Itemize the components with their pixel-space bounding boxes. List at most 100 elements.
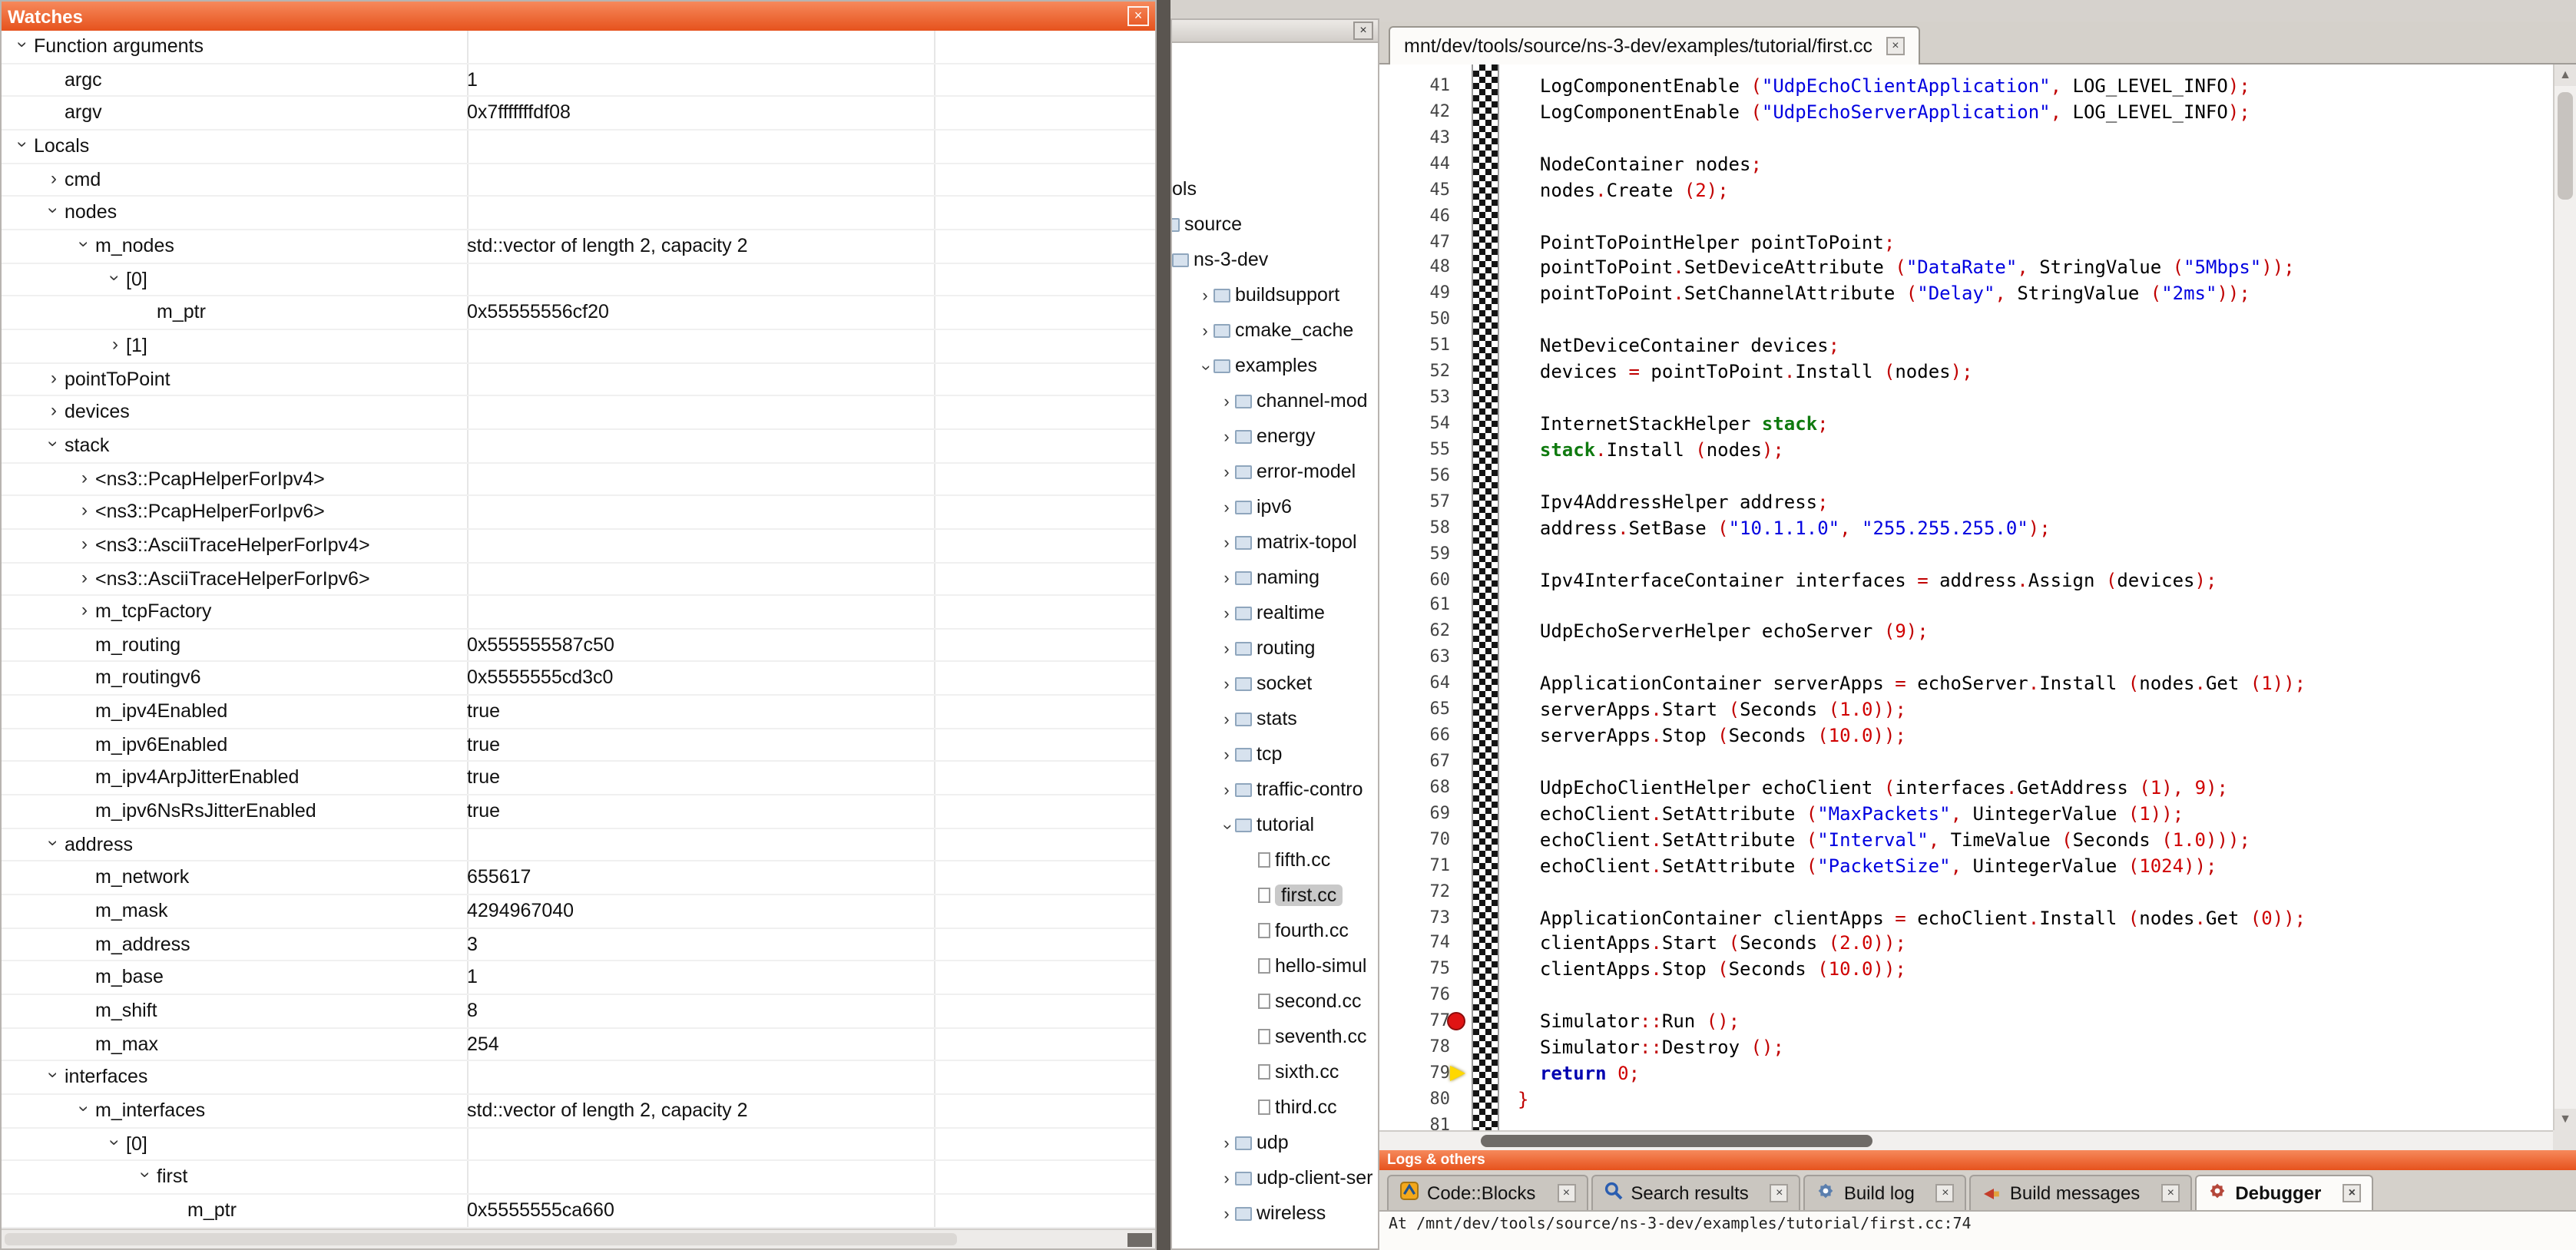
close-icon[interactable]: ×	[1886, 37, 1905, 55]
line-number[interactable]: 64	[1379, 671, 1450, 697]
line-number[interactable]: 41	[1379, 74, 1450, 100]
close-icon[interactable]: ×	[1557, 1184, 1575, 1202]
code-line[interactable]: 76	[1379, 984, 2553, 1010]
tree-item[interactable]: ›traffic-contro	[1218, 774, 1363, 806]
tree-item[interactable]: ›tutorial	[1218, 809, 1314, 842]
logs-tab-build-messages[interactable]: Build messages×	[1970, 1175, 2192, 1210]
breakpoint-icon[interactable]	[1447, 1012, 1465, 1030]
watch-row[interactable]: ›[0]	[2, 1128, 1155, 1161]
watch-row[interactable]: m_ptr0x5555555ca660	[2, 1195, 1155, 1228]
expander-icon[interactable]: ›	[1197, 281, 1214, 313]
close-icon[interactable]: ×	[1353, 21, 1373, 40]
watches-horizontal-scrollbar[interactable]	[2, 1229, 1155, 1248]
watch-row[interactable]: ›<ns3::AsciiTraceHelperForIpv6>	[2, 563, 1155, 596]
code-line[interactable]: 62 UdpEchoServerHelper echoServer (9);	[1379, 620, 2553, 646]
code-line[interactable]: 55 stack.Install (nodes);	[1379, 438, 2553, 464]
tree-item[interactable]: ›udp	[1218, 1127, 1289, 1159]
watch-row[interactable]: m_ipv6NsRsJitterEnabledtrue	[2, 795, 1155, 828]
tree-item[interactable]: ›socket	[1218, 668, 1312, 700]
expander-icon[interactable]: ›	[43, 435, 65, 453]
code-line[interactable]: 69 echoClient.SetAttribute ("MaxPackets"…	[1379, 802, 2553, 828]
line-number[interactable]: 54	[1379, 412, 1450, 438]
line-number[interactable]: 53	[1379, 385, 1450, 412]
line-number[interactable]: 44	[1379, 152, 1450, 178]
code-line[interactable]: 56	[1379, 464, 2553, 490]
code-line[interactable]: 49 pointToPoint.SetChannelAttribute ("De…	[1379, 282, 2553, 308]
line-number[interactable]: 70	[1379, 827, 1450, 853]
line-number[interactable]: 43	[1379, 126, 1450, 152]
scrollbar-thumb[interactable]	[5, 1233, 957, 1245]
code-line[interactable]: 61	[1379, 594, 2553, 620]
line-number[interactable]: 78	[1379, 1035, 1450, 1061]
watch-row[interactable]: m_network655617	[2, 862, 1155, 895]
scrollbar-thumb[interactable]	[2558, 92, 2573, 200]
expander-icon[interactable]: ›	[75, 566, 94, 587]
tree-item[interactable]: sixth.cc	[1258, 1057, 1339, 1089]
line-number[interactable]: 66	[1379, 723, 1450, 749]
line-number[interactable]: 62	[1379, 620, 1450, 646]
expander-icon[interactable]: ›	[1218, 599, 1235, 631]
tree-item[interactable]: ›error-model	[1218, 456, 1356, 488]
expander-icon[interactable]: ›	[104, 1133, 126, 1151]
code-line[interactable]: 65 serverApps.Start (Seconds (1.0));	[1379, 697, 2553, 723]
expander-icon[interactable]: ›	[1189, 359, 1221, 376]
scrollbar-thumb[interactable]	[1481, 1135, 1872, 1147]
line-number[interactable]: 56	[1379, 464, 1450, 490]
code-line[interactable]: 44 NodeContainer nodes;	[1379, 152, 2553, 178]
expander-icon[interactable]: ›	[43, 202, 65, 220]
watch-row[interactable]: ›first	[2, 1162, 1155, 1195]
expander-icon[interactable]: ›	[1218, 387, 1235, 419]
line-number[interactable]: 67	[1379, 749, 1450, 775]
expander-icon[interactable]: ›	[1218, 422, 1235, 455]
code-line[interactable]: 43	[1379, 126, 2553, 152]
watch-row[interactable]: argv0x7fffffffdf08	[2, 98, 1155, 131]
tree-item[interactable]: ›channel-mod	[1218, 385, 1368, 418]
code-line[interactable]: 41 LogComponentEnable ("UdpEchoClientApp…	[1379, 74, 2553, 100]
expander-icon[interactable]: ›	[1210, 818, 1243, 835]
watch-row[interactable]: m_ipv4ArpJitterEnabledtrue	[2, 762, 1155, 795]
expander-icon[interactable]: ›	[1218, 493, 1235, 525]
watch-row[interactable]: m_ipv4Enabledtrue	[2, 696, 1155, 729]
editor-horizontal-scrollbar[interactable]	[1379, 1130, 2553, 1150]
code-line[interactable]: 60 Ipv4InterfaceContainer interfaces = a…	[1379, 567, 2553, 594]
expander-icon[interactable]: ›	[135, 1166, 157, 1185]
scrollbar-grip[interactable]	[1127, 1233, 1152, 1247]
expander-icon[interactable]: ›	[43, 1066, 65, 1085]
tree-item[interactable]: ›energy	[1218, 421, 1315, 453]
tree-item[interactable]: ols	[1172, 174, 1197, 206]
line-number[interactable]: 45	[1379, 177, 1450, 203]
code-line[interactable]: 46	[1379, 203, 2553, 230]
code-line[interactable]: 54 InternetStackHelper stack;	[1379, 412, 2553, 438]
tree-item[interactable]: ›examples	[1197, 350, 1317, 382]
close-icon[interactable]: ×	[1936, 1184, 1955, 1202]
tree-item[interactable]: ›cmake_cache	[1197, 315, 1353, 347]
code-line[interactable]: 68 UdpEchoClientHelper echoClient (inter…	[1379, 775, 2553, 802]
watch-row[interactable]: m_max254	[2, 1028, 1155, 1061]
tree-item[interactable]: ›ipv6	[1218, 491, 1292, 524]
code-line[interactable]: 58 address.SetBase ("10.1.1.0", "255.255…	[1379, 515, 2553, 541]
line-number[interactable]: 59	[1379, 541, 1450, 567]
tree-item[interactable]: fourth.cc	[1258, 915, 1349, 947]
watch-row[interactable]: m_shift8	[2, 995, 1155, 1028]
code-line[interactable]: 77 Simulator::Run ();	[1379, 1009, 2553, 1035]
expander-icon[interactable]: ›	[1218, 634, 1235, 666]
logs-tab-build-log[interactable]: Build log×	[1804, 1175, 1967, 1210]
code-line[interactable]: 70 echoClient.SetAttribute ("Interval", …	[1379, 827, 2553, 853]
expander-icon[interactable]: ›	[75, 533, 94, 554]
code-line[interactable]: 51 NetDeviceContainer devices;	[1379, 333, 2553, 359]
tree-item[interactable]: third.cc	[1258, 1092, 1337, 1124]
tree-item[interactable]: ›naming	[1218, 562, 1319, 594]
expander-icon[interactable]: ›	[104, 268, 126, 286]
code-line[interactable]: 47 PointToPointHelper pointToPoint;	[1379, 230, 2553, 256]
code-line[interactable]: 63	[1379, 646, 2553, 672]
expander-icon[interactable]: ›	[12, 35, 34, 54]
tree-item[interactable]: ›udp-client-ser	[1218, 1162, 1372, 1195]
line-number[interactable]: 46	[1379, 203, 1450, 230]
tree-item[interactable]: second.cc	[1258, 986, 1362, 1018]
line-number[interactable]: 80	[1379, 1087, 1450, 1113]
tree-item[interactable]: ›tcp	[1218, 739, 1282, 771]
expander-icon[interactable]: ›	[1218, 458, 1235, 490]
watch-row[interactable]: ›pointToPoint	[2, 363, 1155, 396]
code-line[interactable]: 57 Ipv4AddressHelper address;	[1379, 490, 2553, 516]
watch-row[interactable]: m_mask4294967040	[2, 895, 1155, 928]
